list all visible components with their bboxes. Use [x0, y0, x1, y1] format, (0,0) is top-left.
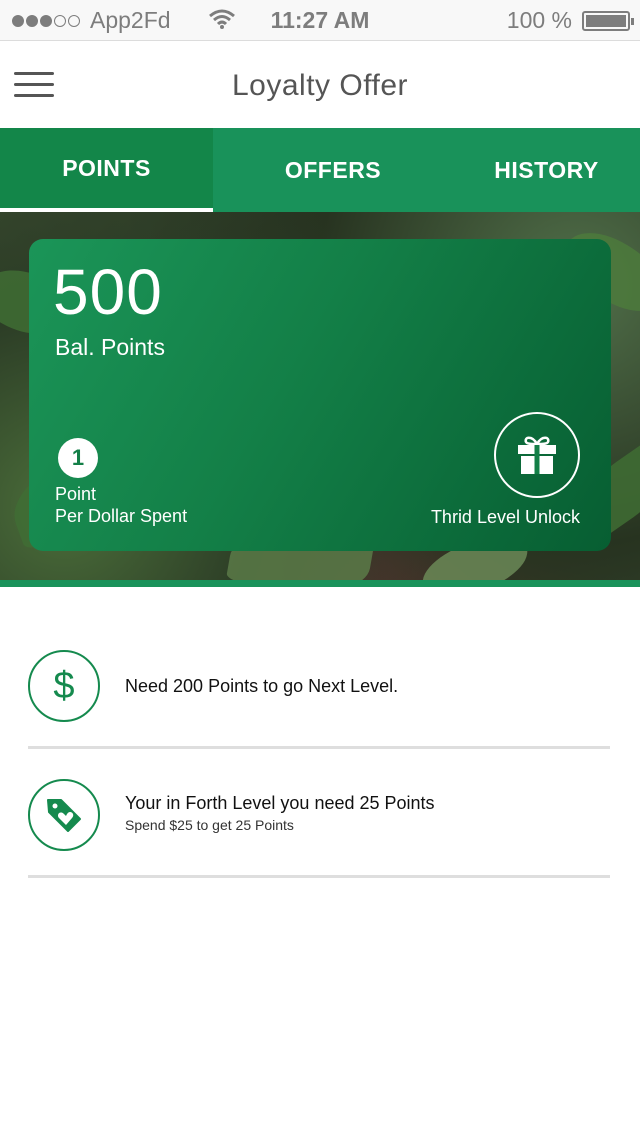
points-rate-unit: Point	[55, 484, 97, 504]
list-item-subtitle: Spend $25 to get 25 Points	[125, 817, 294, 833]
divider	[28, 746, 610, 749]
tab-bar: POINTS OFFERS HISTORY	[0, 128, 640, 212]
list-item-title: Need 200 Points to go Next Level.	[125, 676, 399, 696]
divider	[28, 875, 610, 878]
dollar-icon: $	[28, 650, 100, 722]
app-header: Loyalty Offer	[0, 40, 640, 128]
tab-points[interactable]: POINTS	[0, 128, 213, 212]
gift-unlock-button[interactable]	[494, 412, 580, 498]
price-tag-heart-icon	[28, 779, 100, 851]
battery-percent: 100 %	[506, 7, 572, 33]
status-bar: App2Fd 11:27 AM 100 %	[0, 0, 640, 40]
gift-icon	[518, 436, 556, 474]
tab-offers[interactable]: OFFERS	[213, 128, 453, 212]
page-title: Loyalty Offer	[231, 69, 409, 102]
unlock-level-label: Thrid Level Unlock	[430, 507, 580, 527]
list-item-title: Your in Forth Level you need 25 Points	[125, 793, 435, 813]
battery-group: 100 %	[506, 7, 634, 34]
hero-bottom-strip	[0, 580, 640, 587]
points-rate-description: Per Dollar Spent	[55, 506, 188, 526]
tab-history[interactable]: HISTORY	[453, 128, 640, 212]
points-rate-badge: 1	[58, 438, 98, 478]
points-card: 500 Bal. Points 1 Point Per Dollar Spent…	[29, 239, 611, 551]
points-balance: 500	[53, 256, 163, 328]
points-balance-label: Bal. Points	[55, 334, 165, 360]
battery-icon	[582, 10, 634, 31]
